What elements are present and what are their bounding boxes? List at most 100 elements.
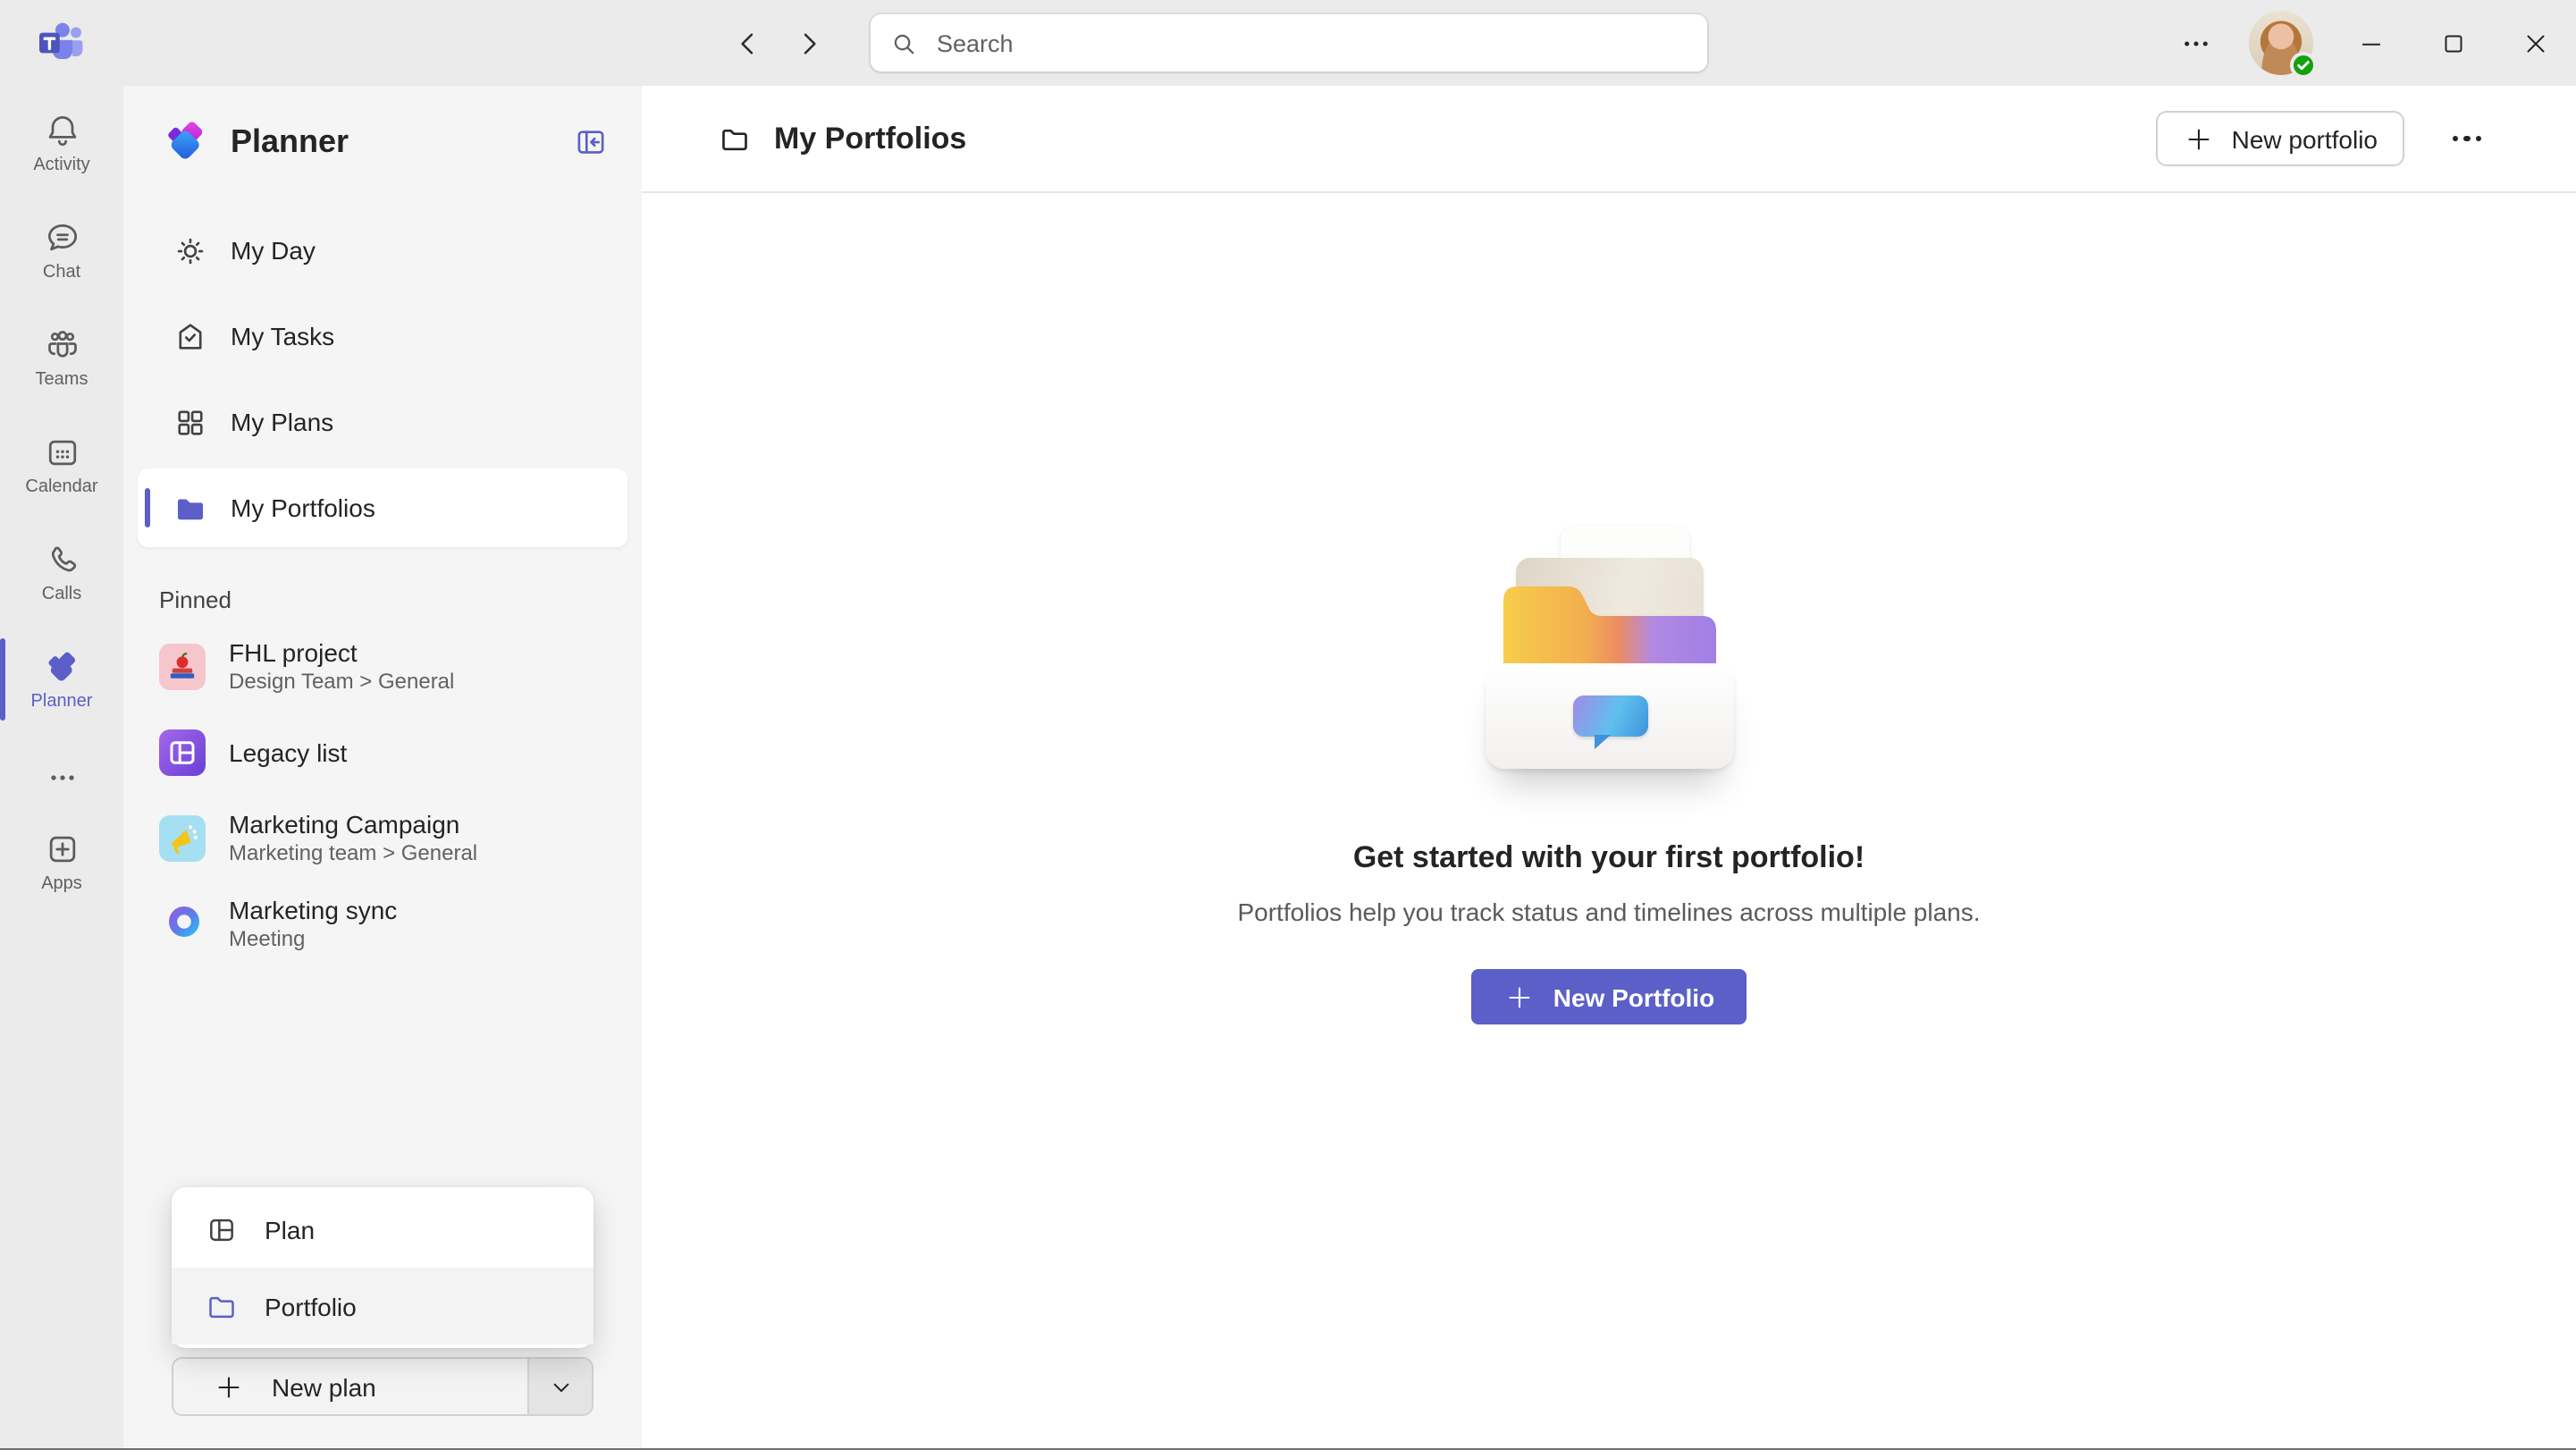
pinned-item-title: FHL project bbox=[229, 638, 454, 669]
page-title: My Portfolios bbox=[774, 121, 966, 156]
dot bbox=[2475, 136, 2481, 142]
search-input[interactable] bbox=[933, 28, 1689, 58]
maximize-icon bbox=[2437, 28, 2468, 58]
empty-state: Get started with your first portfolio! P… bbox=[642, 193, 2576, 1450]
calendar-icon bbox=[42, 433, 81, 472]
activity-bell-icon bbox=[42, 111, 81, 150]
pinned-item-marketing-sync[interactable]: Marketing sync Meeting bbox=[123, 881, 642, 967]
new-portfolio-primary-button[interactable]: New Portfolio bbox=[1471, 969, 1747, 1024]
minimize-button[interactable] bbox=[2329, 0, 2412, 86]
rail-item-activity[interactable]: Activity bbox=[0, 89, 123, 197]
pinned-item-text: FHL project Design Team > General bbox=[229, 638, 454, 695]
planner-logo bbox=[163, 117, 211, 165]
rail-label: Activity bbox=[33, 156, 89, 175]
new-plan-label: New plan bbox=[272, 1372, 376, 1401]
pinned-item-fhl-project[interactable]: FHL project Design Team > General bbox=[123, 624, 642, 710]
menu-item-label: Portfolio bbox=[265, 1292, 357, 1320]
collapse-sidebar-button[interactable] bbox=[563, 114, 617, 168]
new-plan-button[interactable]: New plan bbox=[173, 1359, 527, 1414]
rail-more-apps-button[interactable] bbox=[0, 747, 123, 808]
history-nav bbox=[724, 0, 831, 86]
sidebar-nav: My Day My Tasks My Plans bbox=[123, 211, 642, 547]
selected-indicator bbox=[145, 488, 150, 527]
sidebar-item-my-tasks[interactable]: My Tasks bbox=[138, 297, 627, 375]
pinned-item-subtitle: Design Team > General bbox=[229, 669, 454, 695]
illustration-sticker bbox=[1572, 695, 1647, 737]
more-settings-button[interactable] bbox=[2158, 0, 2233, 86]
title-bar bbox=[0, 0, 2576, 86]
new-plan-dropdown-button[interactable] bbox=[527, 1359, 592, 1414]
teams-window: Activity Chat Teams Calendar bbox=[0, 0, 2576, 1450]
chat-icon bbox=[42, 218, 81, 257]
plus-icon bbox=[1503, 981, 1536, 1013]
pinned-section-label: Pinned bbox=[159, 586, 642, 613]
grid-icon bbox=[170, 402, 209, 442]
sidebar-item-label: My Portfolios bbox=[231, 493, 375, 522]
pinned-item-subtitle: Marketing team > General bbox=[229, 840, 477, 867]
app-rail: Activity Chat Teams Calendar bbox=[0, 86, 123, 1450]
new-portfolio-primary-label: New Portfolio bbox=[1553, 982, 1714, 1011]
portfolio-more-options-button[interactable] bbox=[2437, 111, 2497, 166]
pinned-item-title: Legacy list bbox=[229, 738, 347, 768]
rail-item-apps[interactable]: Apps bbox=[0, 808, 123, 915]
illustration-gradient-folder bbox=[1503, 576, 1715, 676]
pinned-list: FHL project Design Team > General Legacy… bbox=[123, 624, 642, 967]
maximize-button[interactable] bbox=[2412, 0, 2494, 86]
plus-icon bbox=[213, 1370, 245, 1403]
forward-button[interactable] bbox=[785, 20, 831, 66]
search-icon bbox=[888, 28, 919, 58]
pinned-item-legacy-list[interactable]: Legacy list bbox=[123, 710, 642, 796]
planner-sidebar: Planner My Day My Tasks bbox=[123, 86, 642, 1450]
rail-label: Teams bbox=[36, 370, 88, 390]
pinned-item-marketing-campaign[interactable]: Marketing Campaign Marketing team > Gene… bbox=[123, 796, 642, 881]
rail-item-planner[interactable]: Planner bbox=[0, 626, 123, 733]
plan-table-icon bbox=[204, 1211, 240, 1247]
back-button[interactable] bbox=[724, 20, 770, 66]
pinned-item-text: Marketing sync Meeting bbox=[229, 896, 397, 953]
rail-item-teams[interactable]: Teams bbox=[0, 304, 123, 411]
empty-state-title: Get started with your first portfolio! bbox=[1353, 840, 1865, 876]
calls-phone-icon bbox=[42, 540, 81, 579]
rail-gap bbox=[0, 733, 123, 747]
content-pane: My Portfolios New portfolio bbox=[642, 86, 2576, 1450]
teams-logo-icon bbox=[36, 18, 89, 68]
new-portfolio-button[interactable]: New portfolio bbox=[2157, 111, 2404, 166]
close-button[interactable] bbox=[2494, 0, 2576, 86]
rail-item-calls[interactable]: Calls bbox=[0, 518, 123, 626]
rail-item-calendar[interactable]: Calendar bbox=[0, 411, 123, 518]
sidebar-item-label: My Plans bbox=[231, 408, 333, 436]
tasks-check-icon bbox=[170, 316, 209, 356]
sidebar-item-my-day[interactable]: My Day bbox=[138, 211, 627, 290]
content-header: My Portfolios New portfolio bbox=[642, 86, 2576, 193]
close-icon bbox=[2520, 28, 2550, 58]
new-plan-split-button: New plan bbox=[172, 1357, 593, 1416]
dot bbox=[2453, 136, 2459, 142]
menu-item-label: Plan bbox=[265, 1215, 315, 1243]
sidebar-item-label: My Tasks bbox=[231, 322, 334, 350]
collapse-panel-icon bbox=[571, 122, 609, 160]
rail-label: Calls bbox=[42, 585, 81, 604]
folder-filled-icon bbox=[170, 488, 209, 527]
rail-label: Calendar bbox=[25, 477, 97, 497]
legacy-list-icon bbox=[159, 729, 206, 776]
planner-header: Planner bbox=[123, 86, 642, 168]
marketing-campaign-icon bbox=[159, 815, 206, 862]
check-icon bbox=[2295, 57, 2311, 73]
titlebar-right bbox=[2158, 0, 2576, 86]
sun-icon bbox=[170, 231, 209, 270]
pinned-item-subtitle: Meeting bbox=[229, 926, 397, 953]
more-horizontal-icon bbox=[44, 760, 80, 796]
portfolio-folder-icon bbox=[204, 1288, 240, 1324]
profile-button[interactable] bbox=[2249, 11, 2313, 75]
rail-item-chat[interactable]: Chat bbox=[0, 197, 123, 304]
menu-item-plan[interactable]: Plan bbox=[172, 1191, 593, 1268]
teams-people-icon bbox=[42, 325, 81, 365]
search-box[interactable] bbox=[871, 14, 1707, 72]
rail-label: Planner bbox=[31, 692, 93, 712]
dot bbox=[2464, 136, 2471, 142]
sidebar-item-my-portfolios[interactable]: My Portfolios bbox=[138, 468, 627, 547]
sidebar-item-my-plans[interactable]: My Plans bbox=[138, 383, 627, 461]
menu-item-portfolio[interactable]: Portfolio bbox=[172, 1268, 593, 1345]
new-portfolio-label: New portfolio bbox=[2232, 124, 2378, 153]
loop-meeting-icon bbox=[159, 901, 206, 948]
